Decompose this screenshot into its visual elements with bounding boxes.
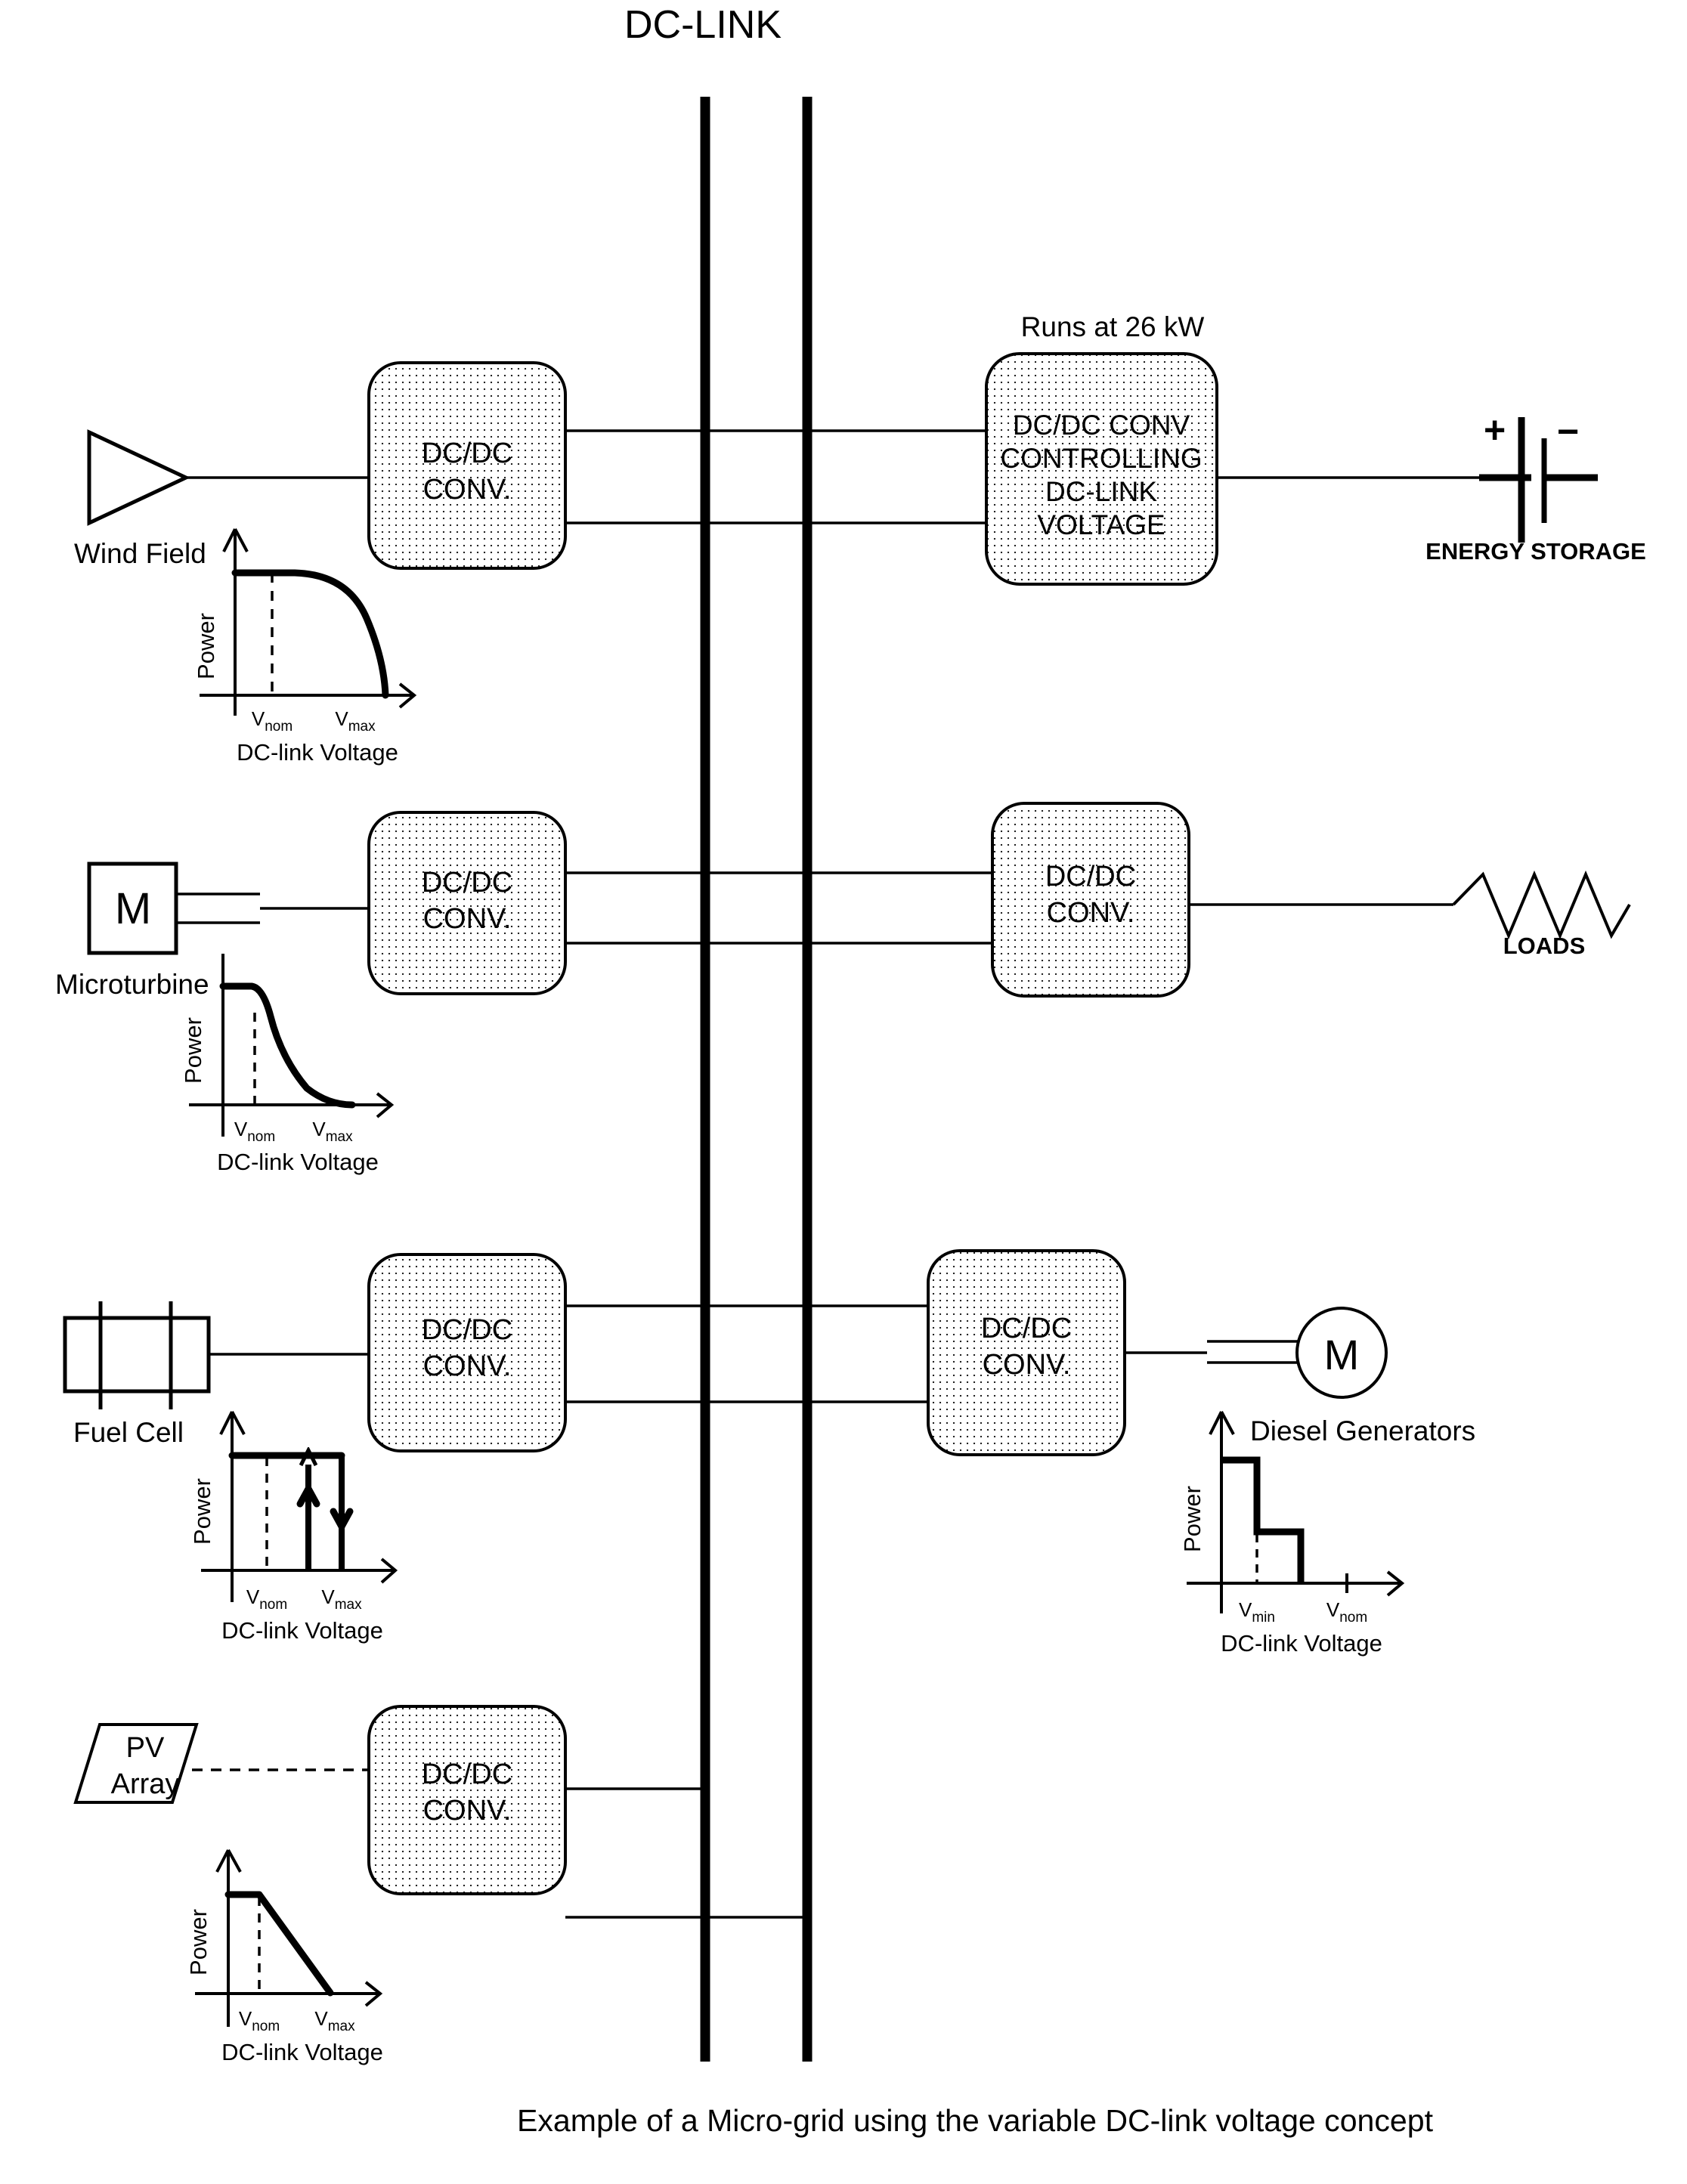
- energy-storage-label: ENERGY STORAGE: [1425, 538, 1646, 565]
- converter-wind-field[interactable]: DC/DC CONV.: [367, 361, 567, 570]
- converter-label-line1: DC/DC: [1045, 861, 1136, 892]
- controller-label-line1: DC/DC CONV: [1013, 410, 1190, 441]
- chart-xlabel: DC-link Voltage: [221, 2039, 383, 2065]
- loads-label: LOADS: [1503, 933, 1586, 959]
- converter-label-line1: DC/DC: [422, 1314, 512, 1346]
- battery-minus-sign: −: [1557, 410, 1579, 453]
- converter-label-line1: DC/DC: [981, 1313, 1072, 1344]
- converter-label-line1: DC/DC: [422, 438, 512, 469]
- controller-label-line2: CONTROLLING: [1000, 443, 1202, 474]
- diagram-canvas: DC-LINK Wind Field DC/DC CONV. Runs at 2…: [0, 0, 1687, 2184]
- chart-xlabel: DC-link Voltage: [237, 739, 398, 766]
- converter-dc-link-controller[interactable]: DC/DC CONV CONTROLLING DC-LINK VOLTAGE: [985, 352, 1218, 586]
- diesel-generator-symbol-text: M: [1324, 1331, 1360, 1378]
- converter-label-line2: CONV.: [423, 903, 512, 935]
- converter-label-line1: DC/DC: [422, 1759, 512, 1790]
- converter-label-line1: DC/DC: [422, 867, 512, 899]
- converter-microturbine[interactable]: DC/DC CONV.: [367, 811, 567, 995]
- converter-diesel[interactable]: DC/DC CONV.: [927, 1249, 1126, 1456]
- chart-xlabel: DC-link Voltage: [221, 1617, 383, 1644]
- pv-array-label-line2: Array: [111, 1768, 180, 1800]
- battery-plus-sign: +: [1484, 409, 1506, 451]
- chart-ylabel: Power: [180, 1017, 206, 1084]
- chart-xlabel: DC-link Voltage: [1221, 1630, 1382, 1657]
- converter-loads[interactable]: DC/DC CONV.: [991, 802, 1190, 998]
- chart-ylabel: Power: [189, 1478, 215, 1545]
- microturbine-label: Microturbine: [55, 969, 209, 1000]
- figure-caption: Example of a Micro-grid using the variab…: [517, 2103, 1434, 2138]
- converter-label-line2: CONV.: [423, 474, 512, 506]
- controller-label-line4: VOLTAGE: [1037, 509, 1165, 540]
- converter-label-line2: CONV.: [423, 1795, 512, 1827]
- converter-label-line2: CONV.: [423, 1350, 512, 1382]
- chart-ylabel: Power: [1179, 1486, 1206, 1552]
- converter-fuel-cell[interactable]: DC/DC CONV.: [367, 1253, 567, 1452]
- converter-pv-array[interactable]: DC/DC CONV.: [367, 1705, 567, 1895]
- chart-ylabel: Power: [193, 613, 219, 679]
- diesel-generators-label: Diesel Generators: [1250, 1415, 1475, 1446]
- wind-field-label: Wind Field: [74, 538, 206, 569]
- runs-at-annotation: Runs at 26 kW: [1021, 311, 1205, 342]
- page-title: DC-LINK: [624, 3, 782, 47]
- fuel-cell-label: Fuel Cell: [73, 1417, 184, 1448]
- pv-array-label-line1: PV: [126, 1732, 165, 1764]
- controller-label-line3: DC-LINK: [1045, 476, 1157, 507]
- converter-label-line2: CONV.: [1047, 897, 1135, 929]
- chart-xlabel: DC-link Voltage: [217, 1149, 379, 1175]
- chart-ylabel: Power: [185, 1909, 212, 1975]
- microturbine-symbol-text: M: [115, 884, 151, 933]
- converter-label-line2: CONV.: [983, 1349, 1071, 1381]
